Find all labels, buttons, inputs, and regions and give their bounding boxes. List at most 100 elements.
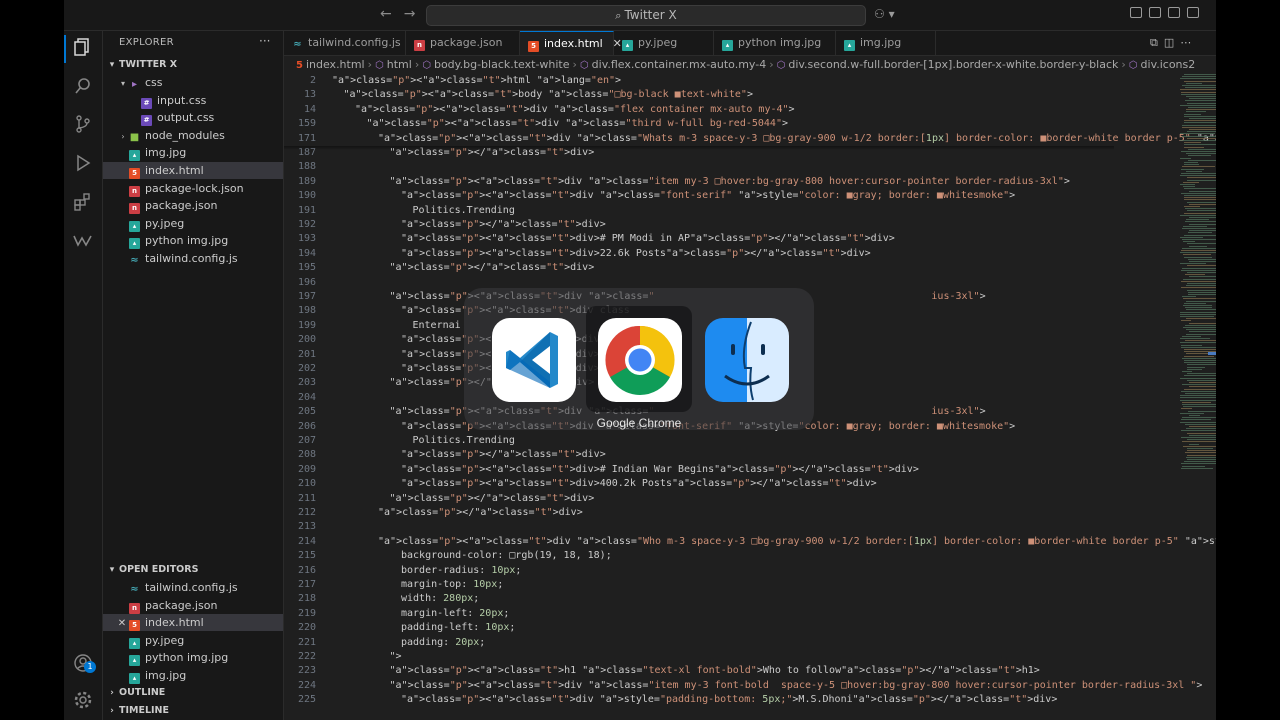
tree-item[interactable]: ▴ img.jpg: [103, 144, 283, 162]
more-actions-icon[interactable]: ···: [259, 34, 270, 48]
line-number: 212: [297, 507, 316, 518]
breadcrumb-item[interactable]: div.second.w-full.border-[1px].border-x-…: [788, 58, 1118, 71]
search-icon[interactable]: [73, 76, 93, 96]
tree-item-label: index.html: [145, 164, 204, 177]
editor-tab[interactable]: ≈ tailwind.config.js: [284, 31, 406, 55]
close-icon[interactable]: ✕: [115, 615, 129, 632]
minimap-line: [1181, 269, 1216, 271]
minimap-line: [1189, 129, 1216, 130]
forward-arrow-icon[interactable]: →: [404, 6, 416, 22]
timeline-header[interactable]: › TIMELINE: [103, 702, 283, 719]
editor-tab[interactable]: ▴ python img.jpg: [714, 31, 836, 55]
more-actions-icon[interactable]: ⋯: [1180, 36, 1197, 49]
finder-icon[interactable]: [705, 318, 789, 402]
tree-item-label: python img.jpg: [145, 234, 229, 248]
line-number: 216: [297, 564, 316, 576]
tree-item[interactable]: ▾ ▸ css: [103, 74, 283, 91]
minimap-line: [1181, 320, 1191, 322]
code-line: 13 "a">class="p"><"a">class="t">body "a">…: [284, 88, 1114, 103]
editor-tab[interactable]: ▴ py.jpeg: [614, 31, 714, 55]
minimap-line: [1184, 256, 1212, 258]
open-editors-header[interactable]: ▾ OPEN EDITORS: [103, 561, 283, 578]
vscode-icon[interactable]: [492, 318, 576, 402]
breadcrumb-item[interactable]: index.html: [306, 58, 365, 71]
code-text: "a">class="p"><"a">class="t">div "a">cla…: [378, 132, 1216, 144]
line-number: 221: [297, 636, 316, 648]
minimap-line: [1189, 443, 1199, 445]
tree-item-label: img.jpg: [145, 146, 187, 160]
editor-tab[interactable]: ▴ img.jpg: [836, 31, 936, 55]
open-editor-item[interactable]: ▴ img.jpg: [103, 667, 283, 684]
editor-tab[interactable]: n package.json: [406, 31, 520, 55]
toggle-sidebar-icon[interactable]: [1130, 7, 1142, 18]
minimap-line: [1186, 329, 1216, 331]
tree-item[interactable]: ▴ python img.jpg: [103, 232, 283, 250]
minimap-line: [1181, 346, 1216, 348]
minimap-line: [1181, 344, 1202, 346]
minimap-line: [1186, 428, 1216, 430]
open-editor-item[interactable]: n package.json: [103, 597, 283, 614]
open-editor-item[interactable]: ≈ tailwind.config.js: [103, 579, 283, 596]
back-arrow-icon[interactable]: ←: [380, 6, 392, 22]
tree-item[interactable]: n package-lock.json: [103, 180, 283, 197]
code-line: 209 "a">class="p"><"a">class="t">div># In…: [284, 463, 1114, 477]
breadcrumb-item[interactable]: body.bg-black.text-white: [434, 58, 570, 71]
open-changes-icon[interactable]: ⧉: [1150, 36, 1164, 49]
minimap-line: [1184, 302, 1206, 304]
copilot-icon[interactable]: ⚇ ▾: [874, 7, 895, 21]
minimap-line: [1184, 188, 1216, 190]
chevron-down-icon: ▾: [109, 565, 115, 575]
image-file-icon: ▴: [722, 40, 733, 51]
breadcrumb-item[interactable]: div.icons2: [1141, 58, 1196, 71]
tree-item[interactable]: ≈ tailwind.config.js: [103, 250, 283, 267]
breadcrumb-item[interactable]: div.flex.container.mx-auto.my-4: [592, 58, 767, 71]
code-line: 188: [284, 160, 1114, 174]
editor-tab[interactable]: 5 index.html ✕: [520, 31, 622, 55]
project-section-header[interactable]: ▾ TWITTER X: [103, 56, 283, 73]
minimap-line: [1180, 377, 1216, 379]
minimap-line: [1183, 278, 1216, 280]
toggle-panel-icon[interactable]: [1149, 7, 1161, 18]
open-editor-label: tailwind.config.js: [145, 581, 238, 594]
minimap-line: [1186, 109, 1216, 111]
minimap-line: [1183, 298, 1216, 300]
tree-item[interactable]: # input.css: [103, 92, 283, 109]
run-debug-icon[interactable]: [73, 153, 93, 173]
remote-explorer-icon[interactable]: [73, 230, 93, 250]
split-editor-icon[interactable]: ◫: [1164, 36, 1180, 49]
tree-item[interactable]: 5 index.html: [103, 162, 283, 179]
minimap-line: [1181, 390, 1216, 392]
source-control-icon[interactable]: [73, 114, 93, 134]
chrome-icon[interactable]: [598, 318, 682, 402]
minimap-line: [1182, 267, 1216, 269]
minimap-line: [1188, 159, 1216, 161]
tree-item[interactable]: # output.css: [103, 109, 283, 127]
open-editor-item[interactable]: ▴ python img.jpg: [103, 649, 283, 667]
open-editor-label: python img.jpg: [145, 651, 229, 665]
settings-gear-icon[interactable]: [73, 690, 93, 710]
element-icon: ⬡: [579, 60, 589, 71]
outline-header[interactable]: › OUTLINE: [103, 684, 283, 701]
tree-item[interactable]: n package.json: [103, 197, 283, 215]
minimap-line: [1183, 241, 1195, 243]
minimap-line: [1184, 195, 1216, 196]
extensions-icon[interactable]: [73, 192, 93, 212]
minimap-line: [1187, 137, 1216, 139]
minimap-line: [1187, 102, 1216, 104]
minimap[interactable]: [1176, 74, 1216, 494]
toggle-secondary-sidebar-icon[interactable]: [1168, 7, 1180, 18]
open-editor-item[interactable]: ✕ 5 index.html: [103, 614, 283, 632]
line-number: 203: [297, 377, 316, 389]
tree-item[interactable]: › ■ node_modules: [103, 127, 283, 144]
css-file-icon: #: [141, 115, 152, 127]
breadcrumb-item[interactable]: html: [387, 58, 412, 71]
minimap-line: [1186, 82, 1202, 84]
customize-layout-icon[interactable]: [1187, 7, 1199, 18]
explorer-icon[interactable]: [73, 37, 93, 57]
open-editor-item[interactable]: ▴ py.jpeg: [103, 632, 283, 649]
minimap-line: [1182, 417, 1216, 419]
chevron-right-icon: ›: [110, 706, 114, 716]
tree-item[interactable]: ▴ py.jpeg: [103, 215, 283, 232]
command-center-search[interactable]: ⌕ Twitter X: [426, 5, 866, 26]
minimap-line: [1184, 74, 1216, 75]
